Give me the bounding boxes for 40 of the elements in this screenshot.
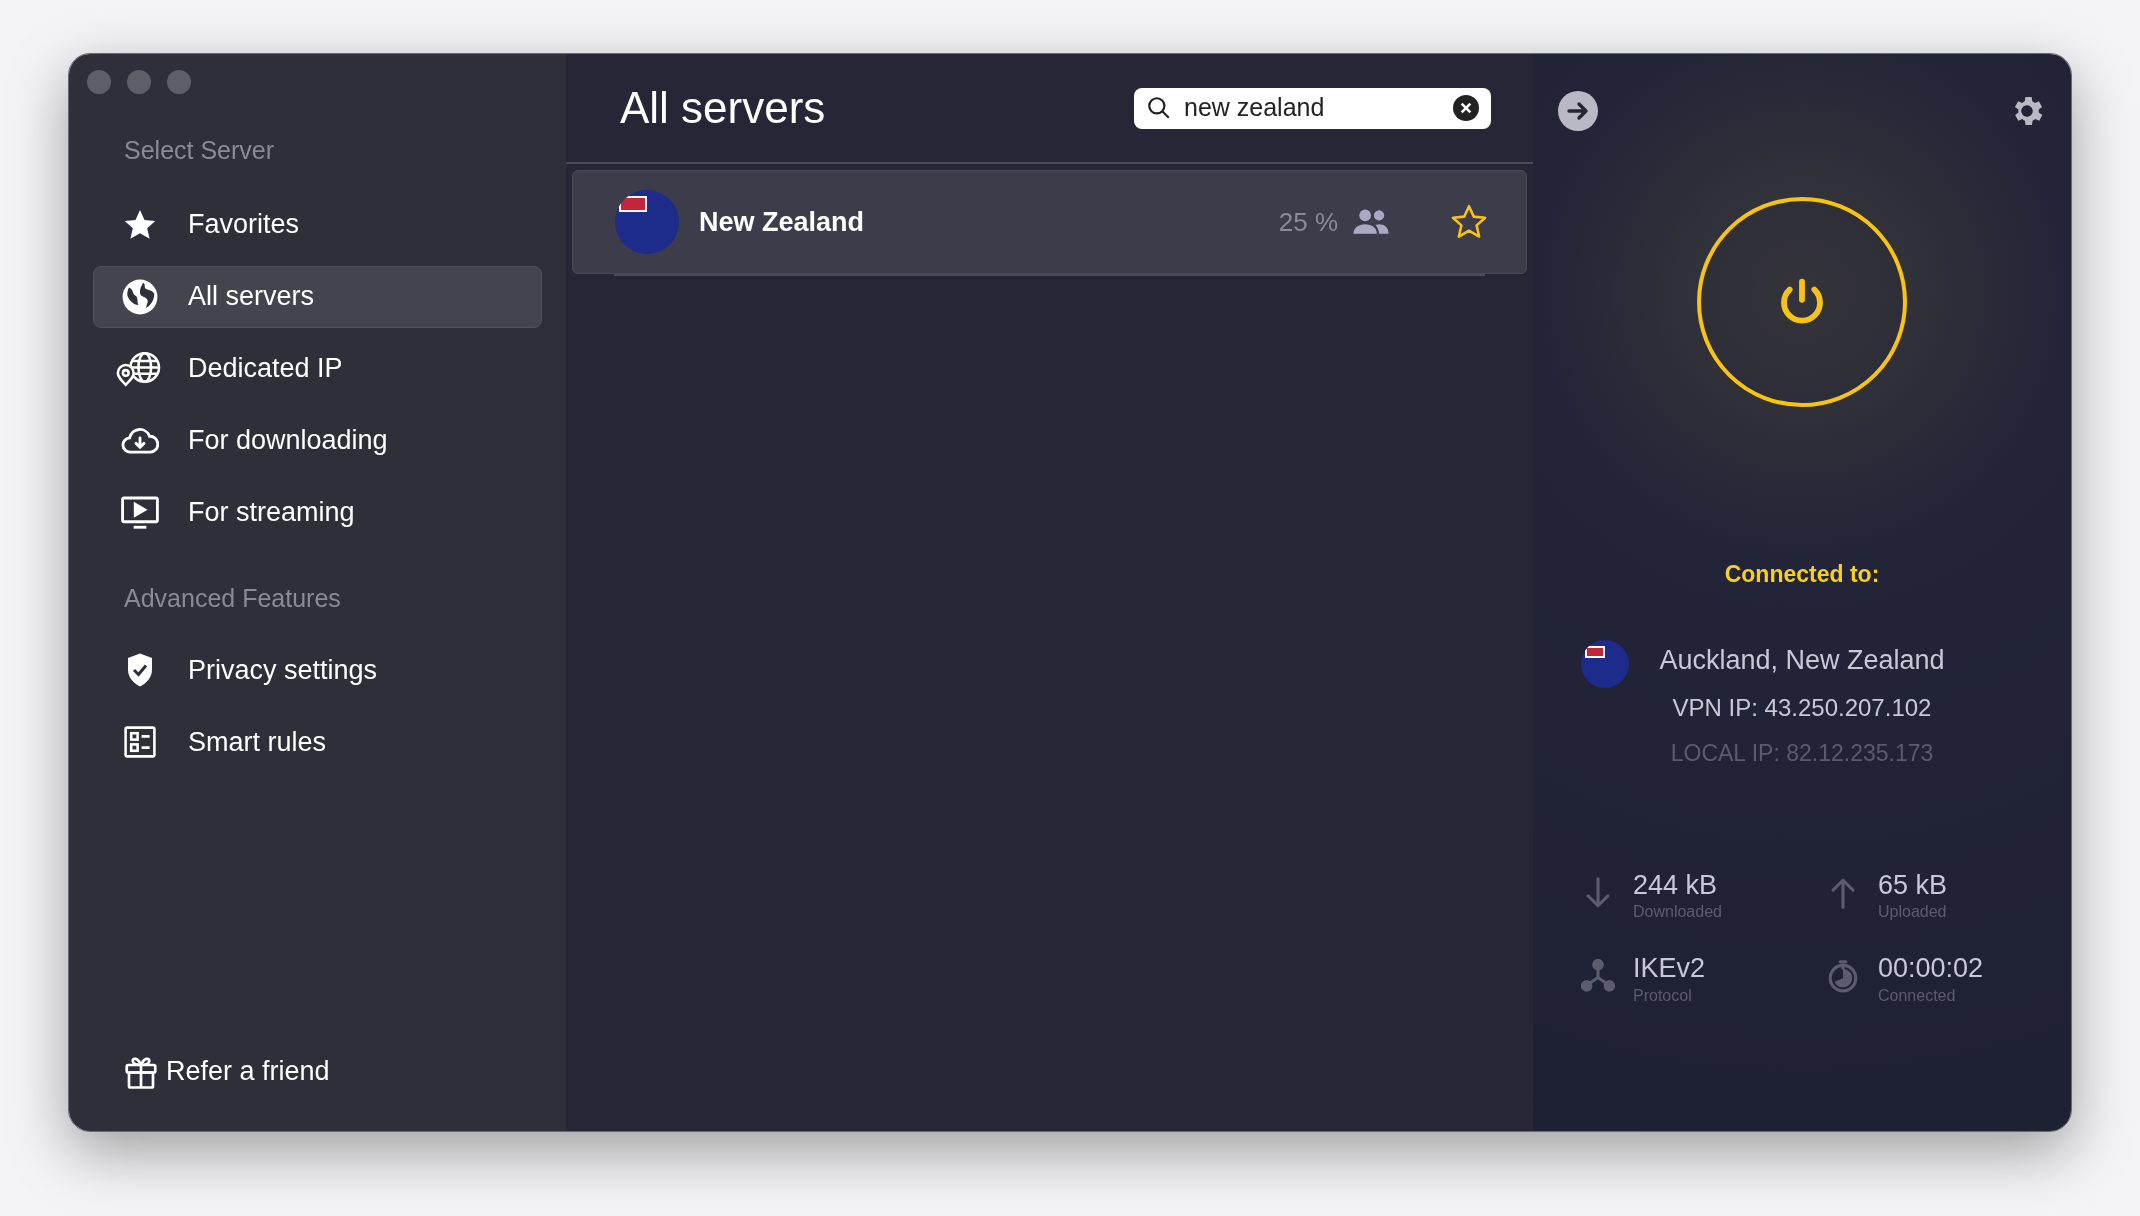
section-heading: Select Server: [123, 135, 276, 166]
checklist-icon: [124, 726, 156, 758]
search-input[interactable]: new zealand: [1184, 89, 1441, 127]
server-row[interactable]: New Zealand 25 %: [572, 170, 1527, 274]
server-location: Auckland, New Zealand: [1659, 643, 1945, 677]
server-load: 25 %: [1278, 205, 1338, 239]
globe-icon: [121, 277, 159, 316]
connection-status-label: Connected to:: [1723, 560, 1881, 589]
cloud-download-icon: [121, 425, 159, 456]
stat-label: Protocol: [1633, 985, 1693, 1006]
users-icon: [1352, 208, 1390, 236]
stat-value: 65 kB: [1878, 870, 1948, 901]
network-nodes-icon: [1581, 958, 1615, 995]
vpn-ip: VPN IP: 43.250.207.102: [1672, 693, 1932, 723]
local-ip: LOCAL IP: 82.12.235.173: [1670, 739, 1934, 768]
play-screen-icon: [121, 495, 159, 530]
sidebar-item[interactable]: Dedicated IP: [93, 337, 542, 400]
stat-label: Connected: [1878, 985, 1957, 1006]
sidebar-item[interactable]: Privacy settings: [93, 639, 542, 701]
section-heading: Advanced Features: [123, 582, 342, 614]
search-field[interactable]: new zealand: [1134, 87, 1491, 129]
stat-value: 244 kB: [1633, 870, 1719, 901]
sidebar-item[interactable]: All servers: [93, 265, 542, 328]
stopwatch-icon: [1826, 958, 1860, 995]
server-name: New Zealand: [699, 205, 866, 239]
refer-friend-link[interactable]: Refer a friend: [124, 1050, 330, 1091]
clear-search-icon[interactable]: [1453, 95, 1479, 121]
stat-value: IKEv2: [1633, 954, 1706, 984]
stat-label: Uploaded: [1878, 902, 1948, 923]
sidebar-item[interactable]: Favorites: [93, 193, 542, 256]
arrow-right-button[interactable]: [1558, 91, 1598, 131]
flag-icon: [1581, 639, 1629, 688]
search-icon: [1146, 95, 1172, 121]
sidebar-item[interactable]: For streaming: [93, 481, 542, 544]
favorite-star-icon[interactable]: [1450, 203, 1488, 241]
page-title: All servers: [620, 82, 827, 134]
sidebar-item[interactable]: For downloading: [93, 409, 542, 472]
stat-label: Downloaded: [1633, 902, 1722, 923]
stat-value: 00:00:02: [1878, 954, 1984, 984]
sidebar-item[interactable]: Smart rules: [93, 711, 542, 773]
